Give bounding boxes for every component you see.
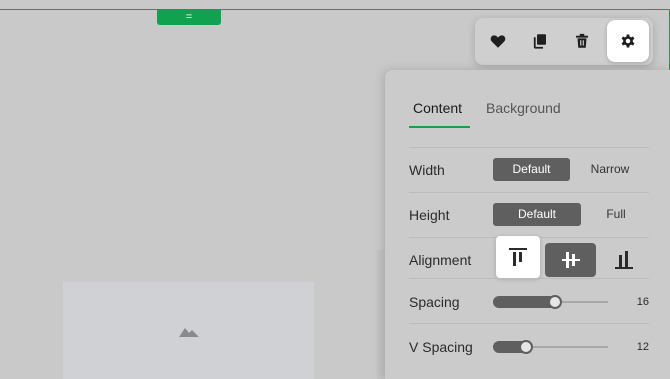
height-row: Height Default Full [409, 192, 649, 237]
v-spacing-slider-thumb[interactable] [519, 340, 533, 354]
width-row: Width Default Narrow [409, 147, 649, 192]
v-spacing-row: V Spacing 12 [409, 323, 649, 368]
settings-button[interactable] [607, 20, 649, 62]
copy-icon [533, 34, 546, 49]
height-label: Height [409, 207, 450, 223]
spacing-slider-thumb[interactable] [548, 295, 562, 309]
drag-handle[interactable]: = [157, 9, 221, 25]
align-center-icon [561, 252, 580, 268]
align-bottom-button[interactable] [602, 243, 646, 277]
settings-panel: Content Background Width Default Narrow … [385, 70, 670, 379]
active-tab-indicator [409, 126, 470, 128]
spacing-label: Spacing [409, 294, 460, 310]
alignment-label: Alignment [409, 252, 472, 268]
v-spacing-label: V Spacing [409, 339, 473, 355]
height-full-option[interactable]: Full [590, 203, 642, 226]
align-center-button[interactable] [545, 243, 596, 277]
width-default-option[interactable]: Default [493, 158, 570, 181]
spacing-row: Spacing 16 [409, 278, 649, 323]
align-top-button[interactable] [496, 236, 540, 278]
tab-background[interactable]: Background [486, 99, 561, 117]
image-placeholder[interactable] [63, 282, 314, 379]
trash-icon [576, 33, 588, 48]
align-top-icon [509, 248, 527, 266]
width-label: Width [409, 162, 445, 178]
delete-button[interactable] [561, 20, 603, 62]
width-narrow-option[interactable]: Narrow [579, 158, 641, 181]
block-toolbar [475, 18, 653, 65]
heart-icon [490, 35, 506, 48]
favorite-button[interactable] [477, 20, 519, 62]
image-icon [178, 327, 199, 337]
duplicate-button[interactable] [519, 20, 561, 62]
tab-content[interactable]: Content [413, 99, 462, 117]
align-bottom-icon [615, 251, 633, 269]
spacing-value: 16 [636, 296, 649, 308]
gear-icon [621, 34, 635, 48]
panel-tabs: Content Background [409, 96, 649, 128]
alignment-row: Alignment [409, 236, 649, 282]
height-default-option[interactable]: Default [493, 203, 581, 226]
v-spacing-value: 12 [636, 341, 649, 353]
